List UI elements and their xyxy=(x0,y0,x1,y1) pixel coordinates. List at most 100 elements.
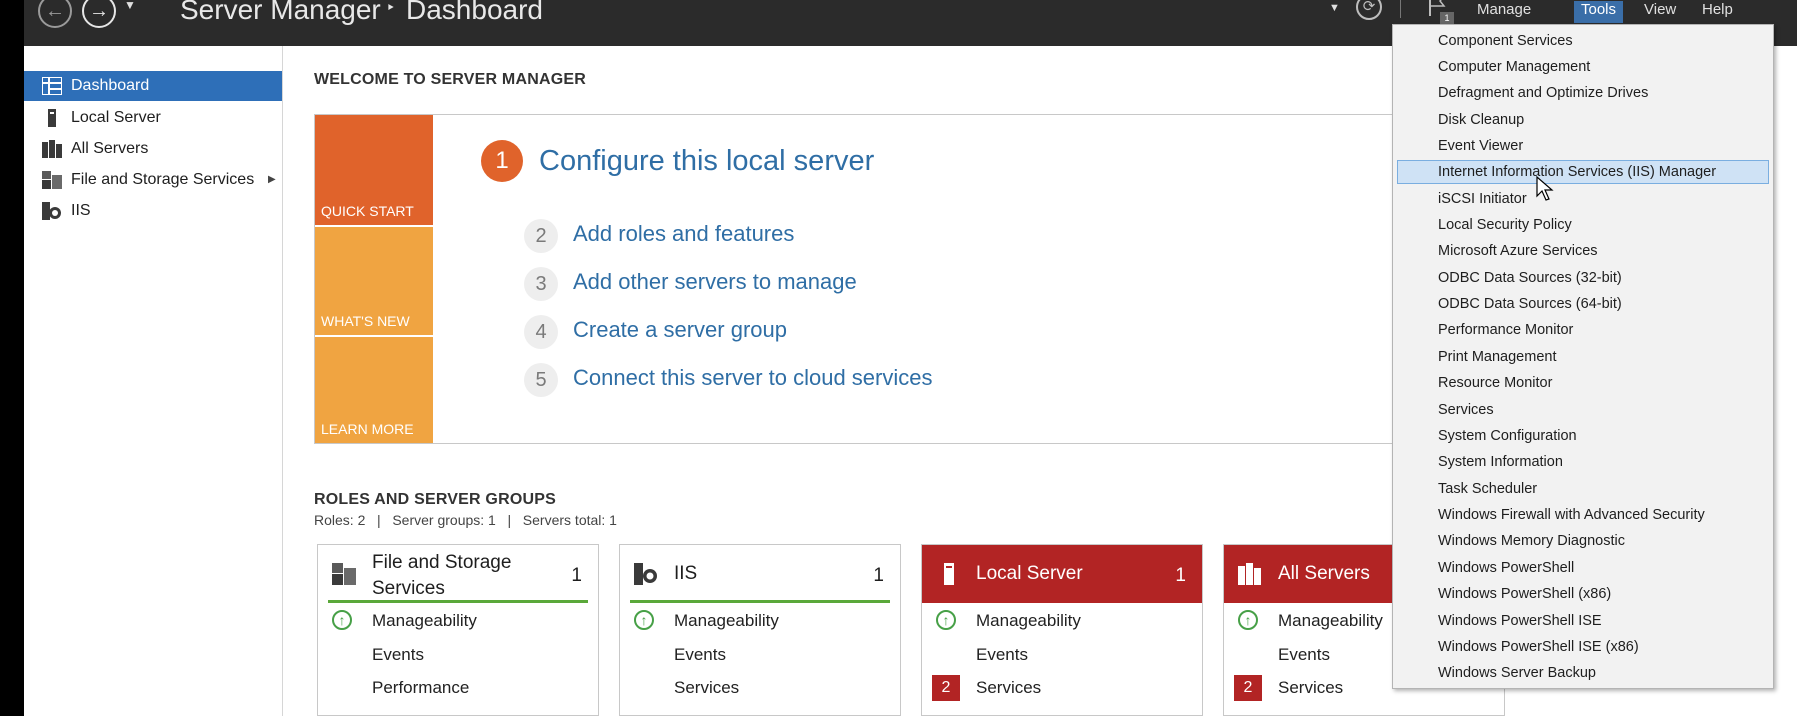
app-title: Server Manager xyxy=(180,0,381,25)
menu-item-windows-firewall[interactable]: Windows Firewall with Advanced Security xyxy=(1397,503,1769,527)
card-count: 1 xyxy=(873,565,884,586)
services-row[interactable]: Services xyxy=(674,678,739,698)
menu-item-powershell-x86[interactable]: Windows PowerShell (x86) xyxy=(1397,582,1769,606)
tile-learn-more[interactable]: LEARN MORE xyxy=(315,337,433,443)
card-header[interactable]: Local Server 1 xyxy=(922,545,1202,603)
add-roles-features-link[interactable]: Add roles and features xyxy=(573,221,794,247)
menu-item-odbc-64[interactable]: ODBC Data Sources (64-bit) xyxy=(1397,292,1769,316)
step-number-2: 2 xyxy=(524,219,558,253)
menu-manage[interactable]: Manage xyxy=(1470,1,1538,23)
tile-quick-start[interactable]: QUICK START xyxy=(315,115,433,225)
step-number-3: 3 xyxy=(524,267,558,301)
configure-local-server-link[interactable]: Configure this local server xyxy=(539,145,874,178)
create-server-group-link[interactable]: Create a server group xyxy=(573,317,787,343)
add-other-servers-link[interactable]: Add other servers to manage xyxy=(573,269,857,295)
arrow-left-icon: ← xyxy=(45,0,65,22)
menu-item-services[interactable]: Services xyxy=(1397,398,1769,422)
services-row[interactable]: Services xyxy=(976,678,1041,698)
menu-item-powershell[interactable]: Windows PowerShell xyxy=(1397,556,1769,580)
forward-button[interactable]: → xyxy=(82,0,116,28)
menu-item-server-backup[interactable]: Windows Server Backup xyxy=(1397,661,1769,685)
toolbar-divider xyxy=(1400,0,1401,18)
page-title: Dashboard xyxy=(406,0,543,25)
manageability-row[interactable]: Manageability xyxy=(1278,611,1383,631)
menu-help[interactable]: Help xyxy=(1695,1,1740,23)
menu-item-system-configuration[interactable]: System Configuration xyxy=(1397,424,1769,448)
menu-item-memory-diagnostic[interactable]: Windows Memory Diagnostic xyxy=(1397,529,1769,553)
card-header[interactable]: IIS 1 xyxy=(620,545,900,603)
sidebar-item-local-server[interactable]: Local Server xyxy=(24,103,282,133)
menu-view[interactable]: View xyxy=(1637,1,1683,23)
menu-item-iscsi-initiator[interactable]: iSCSI Initiator xyxy=(1397,187,1769,211)
events-row[interactable]: Events xyxy=(1278,645,1330,665)
tile-whats-new[interactable]: WHAT'S NEW xyxy=(315,227,433,335)
menu-item-component-services[interactable]: Component Services xyxy=(1397,29,1769,53)
expand-arrow-icon[interactable]: ▶ xyxy=(268,165,276,195)
sidebar-item-iis[interactable]: IIS xyxy=(24,196,282,226)
role-card-file-storage[interactable]: File and Storage Services 1 ↑ Manageabil… xyxy=(317,544,599,716)
menu-item-computer-management[interactable]: Computer Management xyxy=(1397,55,1769,79)
card-title-line2: Services xyxy=(372,578,445,599)
server-icon xyxy=(944,563,954,585)
back-button[interactable]: ← xyxy=(38,0,72,28)
card-title: IIS xyxy=(674,563,698,584)
menu-item-task-scheduler[interactable]: Task Scheduler xyxy=(1397,477,1769,501)
file-storage-icon xyxy=(42,171,62,189)
ok-arrow-icon: ↑ xyxy=(634,610,654,630)
menu-item-resource-monitor[interactable]: Resource Monitor xyxy=(1397,371,1769,395)
menu-item-local-security-policy[interactable]: Local Security Policy xyxy=(1397,213,1769,237)
card-header[interactable]: File and Storage Services 1 xyxy=(318,545,598,603)
events-row[interactable]: Events xyxy=(674,645,726,665)
connect-cloud-link[interactable]: Connect this server to cloud services xyxy=(573,365,933,391)
ok-arrow-icon: ↑ xyxy=(332,610,352,630)
manageability-row[interactable]: Manageability xyxy=(976,611,1081,631)
tile-label: LEARN MORE xyxy=(321,421,414,437)
role-card-local-server[interactable]: Local Server 1 ↑ Manageability Events 2 … xyxy=(921,544,1203,716)
status-bar-green xyxy=(630,600,890,603)
menu-item-system-information[interactable]: System Information xyxy=(1397,450,1769,474)
menu-item-performance-monitor[interactable]: Performance Monitor xyxy=(1397,318,1769,342)
welcome-heading: WELCOME TO SERVER MANAGER xyxy=(314,71,586,88)
ok-arrow-icon: ↑ xyxy=(936,610,956,630)
menu-item-event-viewer[interactable]: Event Viewer xyxy=(1397,134,1769,158)
server-manager-window: ← → ▼ Server Manager ‣ Dashboard ▼ ⟳ 1 M… xyxy=(24,0,1797,716)
menu-item-defragment-drives[interactable]: Defragment and Optimize Drives xyxy=(1397,81,1769,105)
menu-item-print-management[interactable]: Print Management xyxy=(1397,345,1769,369)
refresh-button[interactable]: ⟳ xyxy=(1356,0,1382,20)
services-alert-badge: 2 xyxy=(932,675,960,701)
menu-item-powershell-ise-x86[interactable]: Windows PowerShell ISE (x86) xyxy=(1397,635,1769,659)
menu-item-azure-services[interactable]: Microsoft Azure Services xyxy=(1397,239,1769,263)
menu-item-odbc-32[interactable]: ODBC Data Sources (32-bit) xyxy=(1397,266,1769,290)
events-row[interactable]: Events xyxy=(372,645,424,665)
sidebar-item-label: Dashboard xyxy=(71,77,150,94)
sidebar-item-label: File and Storage Services xyxy=(71,171,255,188)
sidebar-item-file-storage[interactable]: File and Storage Services ▶ xyxy=(24,165,282,195)
mouse-cursor-icon xyxy=(1536,176,1554,201)
sidebar-item-dashboard[interactable]: Dashboard xyxy=(24,71,282,101)
menu-tools[interactable]: Tools xyxy=(1574,1,1624,23)
manageability-row[interactable]: Manageability xyxy=(372,611,477,631)
server-icon xyxy=(48,109,56,127)
file-storage-icon xyxy=(332,563,356,585)
notifications-button[interactable]: 1 xyxy=(1424,0,1458,26)
performance-row[interactable]: Performance xyxy=(372,678,469,698)
history-dropdown-icon[interactable]: ▼ xyxy=(124,0,136,12)
ok-arrow-icon: ↑ xyxy=(1238,610,1258,630)
card-title: All Servers xyxy=(1278,563,1370,584)
card-title: Local Server xyxy=(976,563,1083,584)
server-dropdown-icon[interactable]: ▼ xyxy=(1329,2,1340,14)
services-alert-badge: 2 xyxy=(1234,675,1262,701)
manageability-row[interactable]: Manageability xyxy=(674,611,779,631)
menu-item-powershell-ise[interactable]: Windows PowerShell ISE xyxy=(1397,609,1769,633)
services-row[interactable]: Services xyxy=(1278,678,1343,698)
menu-item-iis-manager[interactable]: Internet Information Services (IIS) Mana… xyxy=(1397,160,1769,184)
sidebar-item-label: All Servers xyxy=(71,140,149,157)
role-card-iis[interactable]: IIS 1 ↑ Manageability Events Services xyxy=(619,544,901,716)
events-row[interactable]: Events xyxy=(976,645,1028,665)
sidebar-item-label: Local Server xyxy=(71,109,161,126)
sidebar-item-label: IIS xyxy=(71,202,91,219)
tools-dropdown-menu: Component Services Computer Management D… xyxy=(1392,24,1774,689)
menu-item-disk-cleanup[interactable]: Disk Cleanup xyxy=(1397,108,1769,132)
sidebar-item-all-servers[interactable]: All Servers xyxy=(24,134,282,164)
roles-stats: Roles: 2 | Server groups: 1 | Servers to… xyxy=(314,512,617,528)
